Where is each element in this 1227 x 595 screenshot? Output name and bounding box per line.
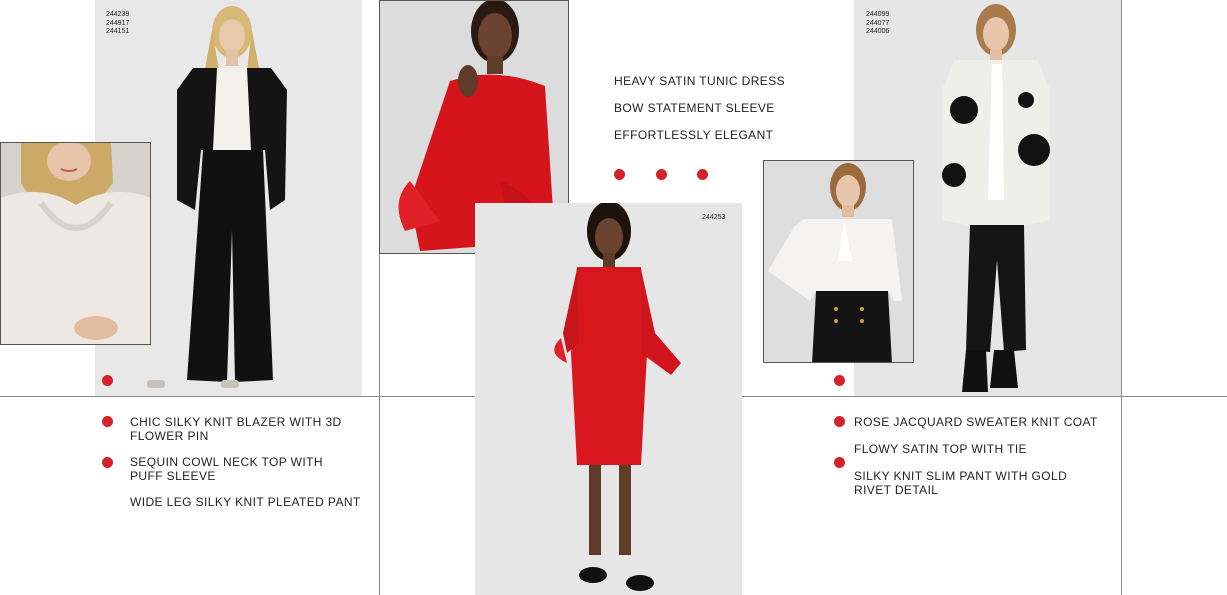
left-item-2: SEQUIN COWL NECK TOP WITH PUFF SLEEVE	[130, 455, 323, 483]
left-item-1: CHIC SILKY KNIT BLAZER WITH 3D FLOWER PI…	[130, 415, 342, 443]
right-photo-marker[interactable]	[834, 375, 845, 386]
style-code: 244917	[106, 19, 130, 27]
left-photo-marker[interactable]	[102, 375, 113, 386]
style-code: 244239	[106, 11, 130, 18]
style-code: 244151	[106, 28, 130, 35]
center-item-3: EFFORTLESSLY ELEGANT	[614, 128, 774, 142]
center-item-2: BOW STATEMENT SLEEVE	[614, 101, 775, 115]
left-style-codes: 244239 244917 244151	[106, 11, 129, 37]
center-item-1: HEAVY SATIN TUNIC DRESS	[614, 74, 786, 88]
style-code: 244006	[866, 28, 890, 35]
right-item-2: FLOWY SATIN TOP WITH TIE	[854, 442, 1027, 456]
style-code: 244099	[866, 11, 890, 18]
carousel-dot-2[interactable]	[656, 169, 667, 180]
left-item-dot-2[interactable]	[102, 457, 113, 468]
center-look-photo[interactable]	[475, 203, 742, 595]
vertical-rule-right	[1121, 0, 1122, 595]
carousel-dot-1[interactable]	[614, 169, 625, 180]
right-detail-photo[interactable]	[763, 160, 914, 363]
carousel-dot-3[interactable]	[697, 169, 708, 180]
style-code: 244077	[866, 19, 890, 27]
right-item-dot-1[interactable]	[834, 416, 845, 427]
right-item-1: ROSE JACQUARD SWEATER KNIT COAT	[854, 415, 1098, 429]
right-item-3: SILKY KNIT SLIM PANT WITH GOLD RIVET DET…	[854, 469, 1068, 497]
right-item-dot-2[interactable]	[834, 457, 845, 468]
left-item-3: WIDE LEG SILKY KNIT PLEATED PANT	[130, 495, 361, 509]
center-style-codes: 244253	[702, 214, 725, 223]
style-code: 244253	[702, 214, 726, 221]
right-style-codes: 244099 244077 244006	[866, 11, 889, 37]
left-detail-photo[interactable]	[0, 142, 151, 345]
left-item-dot-1[interactable]	[102, 416, 113, 427]
